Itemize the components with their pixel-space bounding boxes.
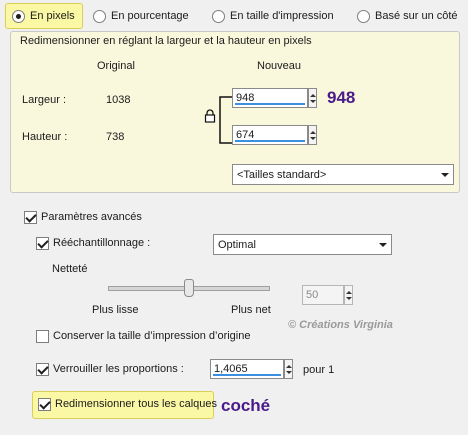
lock-ratio-checkbox[interactable]: Verrouiller les proportions : <box>36 361 184 377</box>
radio-dot-icon <box>212 9 225 23</box>
checkbox-label: Rééchantillonnage : <box>53 237 151 249</box>
radio-dot-icon <box>12 9 25 23</box>
standard-sizes-select[interactable]: <Tailles standard> <box>232 164 454 185</box>
radio-label: En taille d'impression <box>230 10 334 22</box>
checkbox-label: Conserver la taille d’impression d’origi… <box>53 330 251 342</box>
lock-icon[interactable] <box>204 109 216 123</box>
checked-annotation: coché <box>221 396 271 415</box>
height-original: 738 <box>106 131 125 143</box>
column-new: Nouveau <box>257 60 302 72</box>
radio-label: En pourcentage <box>111 10 189 22</box>
sharpness-spinner[interactable] <box>344 285 353 305</box>
resize-all-layers-checkbox[interactable]: Redimensionner tous les calques <box>38 396 217 412</box>
resize-mode-radio-group: En pixels En pourcentage En taille d'imp… <box>0 0 468 30</box>
group-title: Redimensionner en réglant la largeur et … <box>20 35 312 47</box>
width-label: Largeur : <box>22 94 67 106</box>
radio-taille-impression[interactable]: En taille d'impression <box>212 7 334 25</box>
radio-dot-icon <box>93 9 106 23</box>
ratio-suffix: pour 1 <box>303 364 335 376</box>
checkbox-icon <box>36 236 49 250</box>
width-original: 1038 <box>106 94 131 106</box>
sharpness-label: Netteté <box>52 263 88 275</box>
sharpness-slider-thumb[interactable] <box>184 279 194 297</box>
chevron-down-icon <box>441 173 449 177</box>
height-label: Hauteur : <box>22 131 68 143</box>
input-accent <box>235 103 305 105</box>
checkbox-label: Verrouiller les proportions : <box>53 363 184 375</box>
advanced-settings-checkbox[interactable]: Paramètres avancés <box>24 209 142 225</box>
checkbox-icon <box>38 397 51 411</box>
standard-sizes-value: <Tailles standard> <box>237 169 327 181</box>
slider-min-label: Plus lisse <box>92 304 139 316</box>
ratio-spinner[interactable] <box>284 359 293 379</box>
checkbox-label: Redimensionner tous les calques <box>55 398 218 410</box>
width-input[interactable]: 948 <box>232 88 308 108</box>
radio-dot-icon <box>357 9 370 23</box>
height-input[interactable]: 674 <box>232 125 308 145</box>
width-spinner[interactable] <box>308 88 317 108</box>
chevron-down-icon <box>379 243 387 247</box>
checkbox-icon <box>36 362 49 376</box>
height-spinner[interactable] <box>308 125 317 145</box>
aspect-link-bracket <box>219 96 232 144</box>
watermark: © Créations Virginia <box>288 319 393 331</box>
slider-max-label: Plus net <box>231 304 271 316</box>
column-original: Original <box>97 60 135 72</box>
input-accent <box>235 140 305 142</box>
checkbox-label: Paramètres avancés <box>41 211 142 223</box>
width-annotation: 948 <box>327 88 356 107</box>
radio-label: Basé sur un côté <box>375 10 458 22</box>
radio-label: En pixels <box>30 10 75 22</box>
keep-print-size-checkbox[interactable]: Conserver la taille d’impression d’origi… <box>36 328 250 344</box>
ratio-input[interactable]: 1,4065 <box>210 359 284 379</box>
resample-method-select[interactable]: Optimal <box>213 234 392 255</box>
resample-checkbox[interactable]: Rééchantillonnage : <box>36 235 150 251</box>
sharpness-value: 50 <box>306 289 319 301</box>
radio-base-sur-un-cote[interactable]: Basé sur un côté <box>357 7 458 25</box>
radio-en-pourcentage[interactable]: En pourcentage <box>93 7 189 25</box>
checkbox-icon <box>36 329 49 343</box>
radio-en-pixels[interactable]: En pixels <box>12 7 75 25</box>
sharpness-input[interactable]: 50 <box>302 285 344 305</box>
input-accent <box>213 374 281 376</box>
resample-method-value: Optimal <box>218 239 256 251</box>
checkbox-icon <box>24 210 37 224</box>
